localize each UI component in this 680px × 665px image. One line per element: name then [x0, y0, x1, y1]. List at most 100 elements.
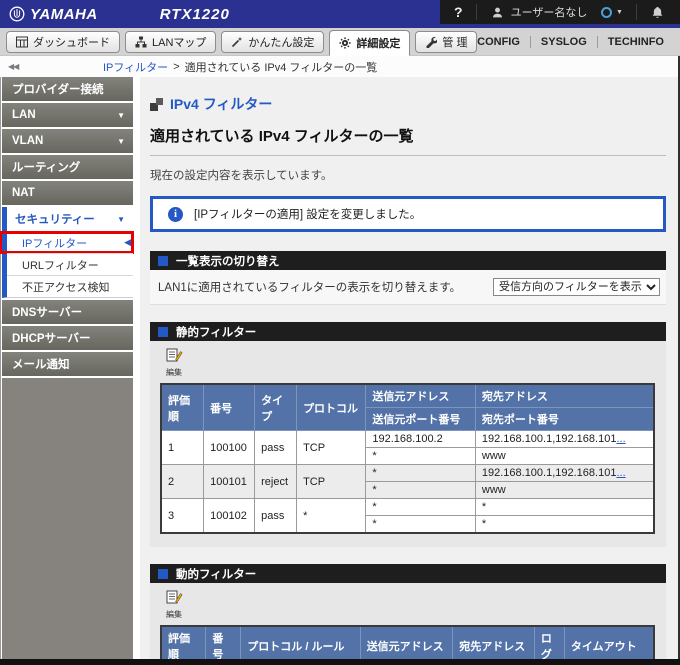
page-title-icon: [150, 97, 163, 111]
edit-label: 編集: [166, 368, 182, 377]
cell-number: 100100: [203, 430, 256, 465]
cell-src-port: *: [365, 447, 476, 465]
section-bullet-icon: [158, 326, 168, 337]
config-link[interactable]: CONFIG: [466, 35, 530, 48]
syslog-link[interactable]: SYSLOG: [529, 35, 597, 48]
tab-label: LANマップ: [152, 37, 207, 49]
page-title: IPv4 フィルター: [150, 94, 666, 114]
sidebar-item-lan[interactable]: LAN ▼: [2, 103, 133, 127]
top-bar: YAMAHA RTX1220 ? ユーザー名なし ▼: [0, 0, 680, 28]
page-title-text: IPv4 フィルター: [170, 96, 273, 112]
tab-label: 詳細設定: [356, 38, 401, 50]
sidebar-item-label: ルーティング: [12, 162, 81, 174]
tab-label: ダッシュボード: [33, 37, 110, 49]
sidebar-item-intrusion-detection[interactable]: 不正アクセス検知: [7, 275, 133, 297]
chevron-down-icon: ▼: [117, 110, 125, 120]
sidebar-item-dns-server[interactable]: DNSサーバー: [2, 300, 133, 324]
cell-protocol: *: [296, 498, 367, 534]
sidebar-nav: プロバイダー接続 LAN ▼ VLAN ▼ ルーティング NAT セキュリティー…: [0, 77, 140, 659]
divider: [476, 4, 478, 20]
model-name: RTX1220: [159, 5, 230, 23]
cell-dst-port: *: [474, 515, 655, 534]
tab-advanced-settings[interactable]: 詳細設定: [329, 30, 411, 56]
tab-dashboard[interactable]: ダッシュボード: [6, 31, 120, 53]
cell-type: reject: [254, 464, 298, 499]
techinfo-link[interactable]: TECHINFO: [596, 35, 674, 48]
sidebar-item-url-filter[interactable]: URLフィルター: [7, 253, 133, 275]
section-title: 動的フィルター: [176, 568, 257, 581]
sidebar-item-ip-filter[interactable]: IPフィルター ◀: [0, 231, 134, 254]
cell-order: 3: [160, 498, 205, 534]
notice-banner: i [IPフィルターの適用] 設定を変更しました。: [150, 196, 666, 232]
topbar-right-panel: ? ユーザー名なし ▼: [440, 0, 680, 24]
user-menu[interactable]: ユーザー名なし: [491, 4, 587, 20]
edit-icon: [166, 348, 183, 362]
cell-src-addr: *: [365, 464, 476, 482]
section-static-filter: 静的フィルター 編集 評価順 番号 タイプ プロトコル 送信元アドレス 宛先アド…: [150, 322, 666, 547]
divider: [636, 4, 638, 20]
cell-protocol: TCP: [296, 430, 367, 465]
section-dynamic-filter: 動的フィルター 編集 評価順 番号 プロトコル / ルール 送信元アドレス 宛先…: [150, 564, 666, 659]
section-header: 静的フィルター: [150, 322, 666, 341]
tab-lan-map[interactable]: LANマップ: [125, 31, 217, 53]
section-bullet-icon: [158, 255, 168, 266]
external-links: CONFIG SYSLOG TECHINFO: [466, 28, 674, 55]
tab-easy-setup[interactable]: かんたん設定: [221, 31, 325, 53]
sidebar-subitem-label: 不正アクセス検知: [22, 281, 110, 294]
cell-protocol: TCP: [296, 464, 367, 499]
cell-type: pass: [254, 498, 298, 534]
page-heading: 適用されている IPv4 フィルターの一覧: [150, 128, 414, 145]
status-dropdown[interactable]: ▼: [600, 6, 623, 18]
src-addr-text: 192.168.100.2: [372, 433, 443, 445]
breadcrumb-current: 適用されている IPv4 フィルターの一覧: [184, 61, 378, 74]
table-row: 2 100101 reject TCP * 192.168.100.1,192.…: [160, 464, 655, 499]
sidebar-subitem-label: IPフィルター: [22, 237, 88, 250]
sidebar-item-dhcp-server[interactable]: DHCPサーバー: [2, 326, 133, 350]
dynamic-filter-table: 評価順 番号 プロトコル / ルール 送信元アドレス 宛先アドレス ログ タイム…: [160, 625, 655, 659]
chevron-down-icon: ▼: [117, 136, 125, 146]
col-header-protocol-rule: プロトコル / ルール: [240, 625, 361, 659]
view-switch-row: LAN1に適用されているフィルターの表示を切り替えます。 受信方向のフィルターを…: [150, 270, 666, 305]
cell-number: 100101: [203, 464, 256, 499]
filter-direction-select[interactable]: 受信方向のフィルターを表示: [493, 278, 660, 296]
col-header-order: 評価順: [160, 625, 207, 659]
col-header-dst-port: 宛先ポート番号: [474, 407, 655, 431]
main-tab-bar: ダッシュボード LANマップ かんたん設定 詳細設定 管 理 CONFIG SY…: [0, 28, 680, 56]
sidebar-item-nat[interactable]: NAT: [2, 181, 133, 205]
sidebar-item-mail-notification[interactable]: メール通知: [2, 352, 133, 376]
dashboard-icon: [16, 36, 28, 48]
help-icon[interactable]: ?: [454, 4, 463, 20]
cell-dst-port: www: [474, 447, 655, 465]
more-addresses-link[interactable]: ...: [616, 433, 625, 445]
sidebar-item-security[interactable]: セキュリティー ▼: [7, 207, 133, 231]
cell-src-addr: 192.168.100.2: [365, 430, 476, 448]
breadcrumb: IPフィルター > 適用されている IPv4 フィルターの一覧: [103, 59, 377, 75]
info-icon: i: [168, 206, 183, 222]
sidebar-item-vlan[interactable]: VLAN ▼: [2, 129, 133, 153]
cell-src-addr: *: [365, 498, 476, 516]
cell-src-port: *: [365, 515, 476, 534]
sidebar-group-security: セキュリティー ▼ IPフィルター ◀ URLフィルター 不正アクセス検知: [0, 207, 134, 298]
sidebar-item-provider[interactable]: プロバイダー接続: [2, 77, 133, 101]
cell-dst-addr: *: [474, 498, 655, 516]
wrench-icon: [426, 36, 438, 48]
bell-icon[interactable]: [651, 6, 664, 19]
chevron-down-icon: ▼: [615, 8, 623, 16]
dynamic-filter-body: 編集 評価順 番号 プロトコル / ルール 送信元アドレス 宛先アドレス ログ: [150, 583, 666, 659]
breadcrumb-separator: >: [173, 60, 180, 73]
status-ring-icon: [600, 6, 612, 18]
sidebar-item-routing[interactable]: ルーティング: [2, 155, 133, 179]
collapse-sidebar-icon[interactable]: ◀◀: [8, 62, 19, 71]
page-description: 現在の設定内容を表示しています。: [150, 170, 333, 182]
view-switch-text: LAN1に適用されているフィルターの表示を切り替えます。: [158, 282, 462, 294]
section-title: 一覧表示の切り替え: [176, 255, 280, 268]
edit-static-filter-button[interactable]: 編集: [160, 347, 188, 378]
more-addresses-link[interactable]: ...: [616, 467, 625, 479]
edit-dynamic-filter-button[interactable]: 編集: [160, 589, 188, 620]
cell-order: 2: [160, 464, 205, 499]
breadcrumb-parent-link[interactable]: IPフィルター: [103, 59, 168, 75]
table-row: 3 100102 pass * * *: [160, 498, 655, 534]
sidebar-item-label: DHCPサーバー: [12, 333, 91, 345]
col-header-dst-addr: 宛先アドレス: [452, 625, 535, 659]
sidebar-filler: [2, 378, 133, 659]
